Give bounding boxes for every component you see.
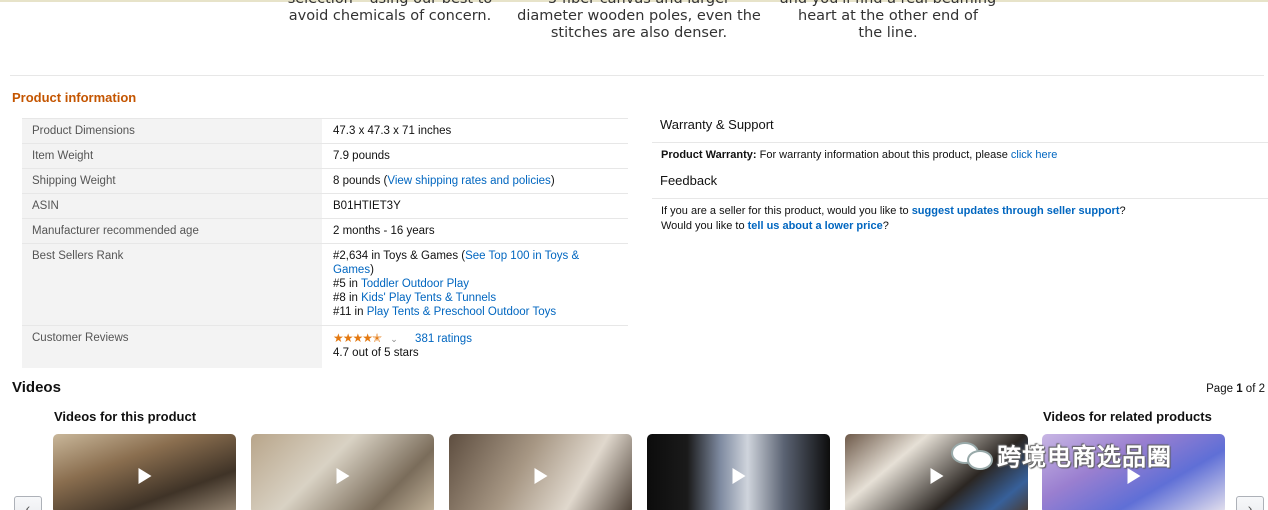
rank-prefix: #11 in [333, 306, 367, 318]
banner-caption-2: 5 fiber canvas and larger diameter woode… [517, 0, 761, 41]
videos-this-product-heading: Videos for this product [54, 409, 197, 424]
lower-price-link[interactable]: tell us about a lower price [748, 220, 883, 232]
page-indicator: Page 1 of 2 [1206, 383, 1265, 395]
table-row: Manufacturer recommended age 2 months - … [22, 219, 628, 244]
video-thumbnail[interactable] [449, 434, 632, 510]
rank-prefix: #2,634 in Toys & Games ( [333, 250, 466, 262]
warranty-description: For warranty information about this prod… [756, 149, 1011, 161]
spec-value: 8 pounds (View shipping rates and polici… [322, 169, 628, 193]
customer-reviews-value: ★★★★✭ ⌄ 381 ratings 4.7 out of 5 stars [322, 326, 628, 368]
feedback-line-2-suffix: ? [882, 220, 889, 232]
star-rating-icon[interactable]: ★★★★✭ [333, 331, 382, 345]
play-icon [138, 468, 151, 484]
spec-label: Product Dimensions [22, 119, 322, 143]
table-row: Item Weight 7.9 pounds [22, 144, 628, 169]
rank-category-link[interactable]: Toddler Outdoor Play [361, 278, 469, 290]
carousel-prev-button[interactable]: ‹ [14, 496, 42, 510]
rank-suffix: ) [370, 264, 374, 276]
rank-line: #8 in Kids' Play Tents & Tunnels [333, 291, 617, 305]
warranty-support-heading: Warranty & Support [652, 117, 1268, 143]
rank-prefix: #5 in [333, 278, 361, 290]
feedback-line-2: Would you like to [661, 220, 748, 232]
videos-title: Videos [12, 379, 61, 396]
table-row: Best Sellers Rank #2,634 in Toys & Games… [22, 244, 628, 326]
watermark: 跨境电商选品圈 [947, 434, 1172, 474]
warranty-text: Product Warranty: For warranty informati… [661, 148, 1057, 163]
feedback-heading: Feedback [652, 173, 1268, 199]
shipping-weight-value: 8 pounds ( [333, 175, 388, 187]
warranty-click-here-link[interactable]: click here [1011, 149, 1057, 161]
rank-category-link[interactable]: Kids' Play Tents & Tunnels [361, 292, 496, 304]
feedback-line-1: If you are a seller for this product, wo… [661, 205, 912, 217]
best-sellers-rank-value: #2,634 in Toys & Games (See Top 100 in T… [322, 244, 628, 325]
warranty-label: Product Warranty: [661, 149, 757, 161]
spec-value: 2 months - 16 years [333, 225, 435, 237]
chevron-left-icon: ‹ [25, 500, 31, 510]
spec-label: Manufacturer recommended age [22, 219, 322, 243]
table-row: ASIN B01HTIET3Y [22, 194, 628, 219]
page-label: Page [1206, 383, 1237, 395]
feedback-text: If you are a seller for this product, wo… [661, 204, 1126, 234]
spec-label: ASIN [22, 194, 322, 218]
section-divider [10, 75, 1264, 76]
chevron-down-icon[interactable]: ⌄ [390, 334, 398, 344]
seller-support-link[interactable]: suggest updates through seller support [912, 205, 1120, 217]
videos-related-products-heading: Videos for related products [1043, 409, 1212, 424]
spec-label: Shipping Weight [22, 169, 322, 193]
ratings-count-link[interactable]: 381 ratings [415, 333, 472, 345]
banner-caption-3: and you'll find a real beaming heart at … [780, 0, 996, 41]
rating-text: 4.7 out of 5 stars [333, 347, 419, 359]
carousel-next-button[interactable]: › [1236, 496, 1264, 510]
play-icon [336, 468, 349, 484]
video-thumbnail[interactable] [53, 434, 236, 510]
rank-line: #2,634 in Toys & Games (See Top 100 in T… [333, 249, 617, 277]
banner-caption-1: selection – using our best to avoid chem… [288, 0, 493, 24]
play-icon [930, 468, 943, 484]
play-icon [534, 468, 547, 484]
spec-label: Customer Reviews [22, 326, 322, 368]
chevron-right-icon: › [1247, 500, 1253, 510]
rank-prefix: #8 in [333, 292, 362, 304]
spec-label: Item Weight [22, 144, 322, 168]
video-thumbnail[interactable] [251, 434, 434, 510]
spec-value: 47.3 x 47.3 x 71 inches [333, 125, 452, 137]
shipping-rates-link[interactable]: View shipping rates and policies [387, 175, 550, 187]
spec-label: Best Sellers Rank [22, 244, 322, 325]
feedback-line-1-suffix: ? [1119, 205, 1126, 217]
table-row: Product Dimensions 47.3 x 47.3 x 71 inch… [22, 119, 628, 144]
page-total: of 2 [1242, 383, 1265, 395]
rank-line: #5 in Toddler Outdoor Play [333, 277, 617, 291]
product-details-table: Product Dimensions 47.3 x 47.3 x 71 inch… [22, 118, 628, 368]
watermark-text: 跨境电商选品圈 [997, 442, 1172, 471]
shipping-weight-suffix: ) [550, 175, 555, 187]
table-row: Customer Reviews ★★★★✭ ⌄ 381 ratings 4.7… [22, 326, 628, 368]
play-icon [732, 468, 745, 484]
spec-value: 7.9 pounds [333, 150, 390, 162]
video-thumbnail[interactable] [647, 434, 830, 510]
rank-line: #11 in Play Tents & Preschool Outdoor To… [333, 305, 617, 319]
spec-value: B01HTIET3Y [333, 200, 401, 212]
rank-category-link[interactable]: Play Tents & Preschool Outdoor Toys [367, 306, 556, 318]
table-row: Shipping Weight 8 pounds (View shipping … [22, 169, 628, 194]
wechat-icon [947, 436, 997, 472]
product-information-title: Product information [12, 90, 137, 105]
